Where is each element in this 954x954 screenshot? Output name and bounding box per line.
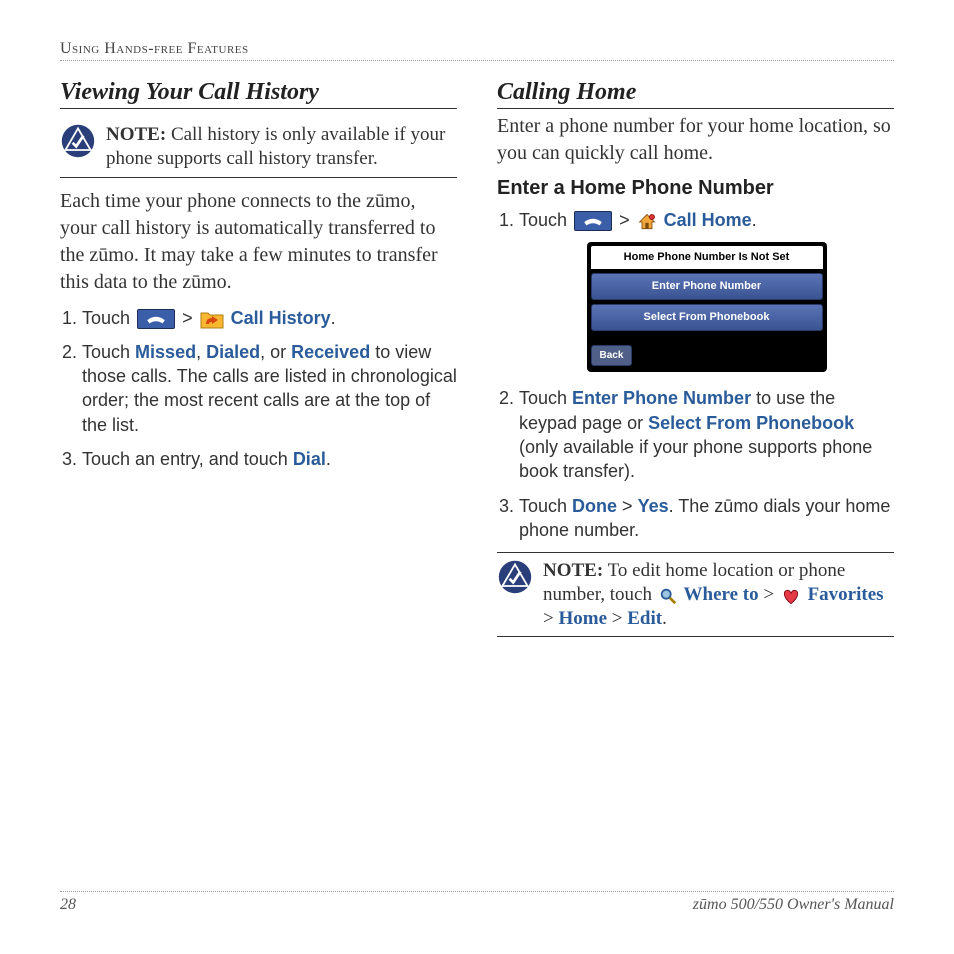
step-3: Touch an entry, and touch Dial.: [82, 447, 457, 471]
paragraph-calling-home: Enter a phone number for your home locat…: [497, 113, 894, 167]
link-edit: Edit: [627, 608, 662, 629]
text: Touch: [82, 342, 135, 362]
heart-icon: [781, 587, 801, 605]
device-screenshot: Home Phone Number Is Not Set Enter Phone…: [587, 242, 827, 372]
step-3b: Touch Done > Yes. The zūmo dials your ho…: [519, 494, 894, 543]
steps-call-history: Touch > Call History. Touch Missed, Dial…: [60, 306, 457, 472]
subheading-enter-home: Enter a Home Phone Number: [497, 177, 894, 200]
link-home: Home: [558, 608, 607, 629]
note-check-icon: [497, 559, 533, 595]
text: >: [607, 608, 627, 629]
note-block-2: NOTE: To edit home location or phone num…: [497, 552, 894, 637]
note-check-icon: [60, 123, 96, 159]
link-missed: Missed: [135, 342, 196, 362]
text: Touch: [519, 388, 572, 408]
device-back-button[interactable]: Back: [591, 345, 633, 367]
right-column: Calling Home Enter a phone number for yo…: [497, 71, 894, 645]
heading-calling-home: Calling Home: [497, 79, 894, 109]
link-yes: Yes: [638, 496, 669, 516]
paragraph-call-history: Each time your phone connects to the zūm…: [60, 188, 457, 296]
text: Touch an entry, and touch: [82, 449, 293, 469]
step-2: Touch Missed, Dialed, or Received to vie…: [82, 340, 457, 437]
home-icon: [637, 212, 657, 230]
manual-title: zūmo 500/550 Owner's Manual: [693, 896, 894, 914]
phone-icon: [137, 309, 175, 329]
separator: >: [619, 210, 635, 230]
device-title: Home Phone Number Is Not Set: [591, 246, 823, 269]
text: .: [331, 308, 336, 328]
link-call-home: Call Home: [664, 210, 752, 230]
link-received: Received: [291, 342, 370, 362]
step-2b: Touch Enter Phone Number to use the keyp…: [519, 386, 894, 483]
text: >: [759, 584, 779, 605]
link-dialed: Dialed: [206, 342, 260, 362]
text: Touch: [519, 210, 572, 230]
link-enter-phone: Enter Phone Number: [572, 388, 751, 408]
device-btn-enter[interactable]: Enter Phone Number: [591, 273, 823, 300]
separator: >: [182, 308, 198, 328]
note-block: NOTE: Call history is only available if …: [60, 117, 457, 178]
text: Touch: [82, 308, 135, 328]
text: >: [543, 608, 558, 629]
text: , or: [260, 342, 291, 362]
section-header: Using Hands-free Features: [60, 40, 894, 61]
text: .: [752, 210, 757, 230]
left-column: Viewing Your Call History NOTE: Call his…: [60, 71, 457, 645]
text: .: [662, 608, 667, 629]
text: .: [326, 449, 331, 469]
phone-icon: [574, 211, 612, 231]
step-1: Touch > Call History.: [82, 306, 457, 330]
text: >: [617, 496, 638, 516]
heading-call-history: Viewing Your Call History: [60, 79, 457, 109]
step-1b: Touch > Call Home. Home Phone Number Is …: [519, 208, 894, 372]
steps-calling-home: Touch > Call Home. Home Phone Number Is …: [497, 208, 894, 542]
device-btn-select[interactable]: Select From Phonebook: [591, 304, 823, 331]
page-number: 28: [60, 896, 76, 914]
link-done: Done: [572, 496, 617, 516]
note-label: NOTE:: [543, 560, 603, 581]
note-label: NOTE:: [106, 124, 166, 145]
link-dial: Dial: [293, 449, 326, 469]
link-select-phonebook: Select From Phonebook: [648, 413, 854, 433]
text: (only available if your phone supports p…: [519, 437, 872, 481]
folder-icon: [200, 309, 224, 329]
link-favorites: Favorites: [808, 584, 884, 605]
note-text-2: NOTE: To edit home location or phone num…: [543, 559, 894, 630]
magnifier-icon: [659, 587, 677, 605]
link-where-to: Where to: [684, 584, 759, 605]
text: Touch: [519, 496, 572, 516]
note-text: NOTE: Call history is only available if …: [106, 123, 457, 171]
text: ,: [196, 342, 206, 362]
link-call-history: Call History: [231, 308, 331, 328]
page-footer: 28 zūmo 500/550 Owner's Manual: [60, 891, 894, 914]
